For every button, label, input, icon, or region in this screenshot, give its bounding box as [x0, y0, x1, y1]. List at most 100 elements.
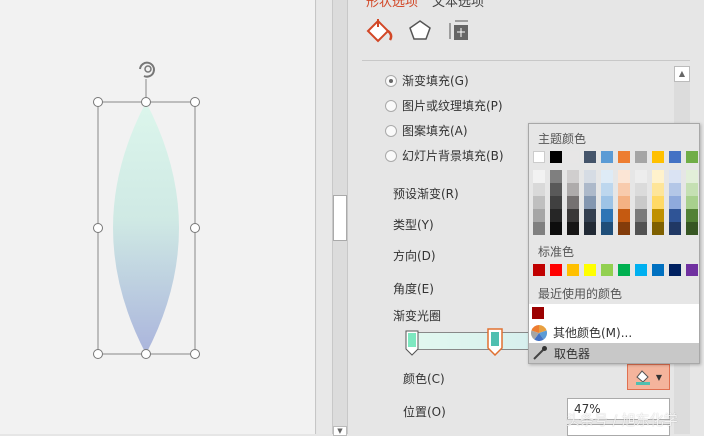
more-colors-item[interactable]: 其他颜色(M)...: [531, 324, 696, 341]
theme-shade-swatch[interactable]: [550, 222, 562, 235]
theme-shade-swatch[interactable]: [601, 222, 613, 235]
standard-color-swatch[interactable]: [652, 264, 664, 276]
theme-color-swatch[interactable]: [567, 151, 579, 163]
theme-shade-swatch[interactable]: [635, 222, 647, 235]
resize-handle[interactable]: [141, 349, 151, 359]
theme-shade-swatch[interactable]: [652, 196, 664, 209]
gradient-stop-1[interactable]: [405, 330, 419, 356]
radio-button[interactable]: [385, 149, 397, 162]
theme-color-swatch[interactable]: [618, 151, 630, 163]
theme-shade-swatch[interactable]: [686, 196, 698, 209]
theme-shade-swatch[interactable]: [533, 196, 545, 209]
theme-shade-swatch[interactable]: [652, 183, 664, 196]
theme-shade-swatch[interactable]: [567, 209, 579, 222]
theme-shade-swatch[interactable]: [635, 183, 647, 196]
theme-shade-swatch[interactable]: [669, 222, 681, 235]
theme-shade-swatch[interactable]: [533, 170, 545, 183]
canvas-scrollbar-thumb[interactable]: [333, 195, 347, 241]
radio-picture-fill[interactable]: 图片或纹理填充(P): [385, 97, 503, 114]
standard-color-swatch[interactable]: [584, 264, 596, 276]
radio-slide-background-fill[interactable]: 幻灯片背景填充(B): [385, 147, 504, 164]
resize-handle[interactable]: [190, 223, 200, 233]
radio-pattern-fill[interactable]: 图案填充(A): [385, 122, 468, 139]
eyedropper-item[interactable]: 取色器: [529, 343, 699, 363]
theme-shade-swatch[interactable]: [686, 170, 698, 183]
theme-shade-swatch[interactable]: [669, 183, 681, 196]
resize-handle[interactable]: [190, 97, 200, 107]
standard-color-swatch[interactable]: [618, 264, 630, 276]
standard-color-swatch[interactable]: [601, 264, 613, 276]
theme-shade-swatch[interactable]: [618, 183, 630, 196]
theme-shade-swatch[interactable]: [601, 170, 613, 183]
standard-color-swatch[interactable]: [669, 264, 681, 276]
theme-color-swatch[interactable]: [635, 151, 647, 163]
theme-shade-swatch[interactable]: [669, 196, 681, 209]
standard-color-swatch[interactable]: [533, 264, 545, 276]
fill-line-icon[interactable]: [366, 18, 394, 44]
theme-shade-swatch[interactable]: [567, 222, 579, 235]
theme-shade-swatch[interactable]: [601, 196, 613, 209]
theme-shade-swatch[interactable]: [567, 196, 579, 209]
theme-shade-swatch[interactable]: [533, 222, 545, 235]
size-properties-icon[interactable]: [448, 19, 472, 43]
theme-shade-swatch[interactable]: [669, 170, 681, 183]
theme-shade-swatch[interactable]: [618, 196, 630, 209]
theme-shade-swatch[interactable]: [584, 170, 596, 183]
theme-shade-swatch[interactable]: [618, 209, 630, 222]
theme-shade-swatch[interactable]: [686, 222, 698, 235]
theme-shade-swatch[interactable]: [550, 183, 562, 196]
theme-shade-swatch[interactable]: [686, 183, 698, 196]
theme-shade-swatch[interactable]: [533, 183, 545, 196]
radio-gradient-fill[interactable]: 渐变填充(G): [385, 72, 469, 89]
radio-button[interactable]: [385, 99, 397, 112]
gradient-bar[interactable]: [410, 332, 540, 350]
resize-handle[interactable]: [93, 223, 103, 233]
theme-shade-swatch[interactable]: [567, 170, 579, 183]
theme-shade-swatch[interactable]: [567, 183, 579, 196]
theme-shade-swatch[interactable]: [601, 183, 613, 196]
standard-color-swatch[interactable]: [567, 264, 579, 276]
theme-color-swatch[interactable]: [669, 151, 681, 163]
resize-handle[interactable]: [93, 97, 103, 107]
theme-color-swatch[interactable]: [652, 151, 664, 163]
theme-shade-swatch[interactable]: [652, 209, 664, 222]
standard-color-swatch[interactable]: [550, 264, 562, 276]
theme-shade-swatch[interactable]: [584, 209, 596, 222]
tab-text-options[interactable]: 文本选项: [432, 0, 484, 10]
theme-shade-swatch[interactable]: [584, 222, 596, 235]
theme-color-swatch[interactable]: [533, 151, 545, 163]
theme-color-swatch[interactable]: [550, 151, 562, 163]
theme-shade-swatch[interactable]: [652, 222, 664, 235]
theme-shade-swatch[interactable]: [550, 209, 562, 222]
theme-shade-swatch[interactable]: [550, 170, 562, 183]
pane-scroll-up-button[interactable]: ▲: [674, 66, 690, 82]
slide-canvas[interactable]: [0, 0, 316, 434]
theme-color-swatch[interactable]: [584, 151, 596, 163]
theme-shade-swatch[interactable]: [635, 209, 647, 222]
radio-button[interactable]: [385, 74, 397, 87]
theme-color-swatch[interactable]: [686, 151, 698, 163]
theme-shade-swatch[interactable]: [550, 196, 562, 209]
resize-handle[interactable]: [93, 349, 103, 359]
theme-shade-swatch[interactable]: [584, 183, 596, 196]
theme-shade-swatch[interactable]: [618, 170, 630, 183]
standard-color-swatch[interactable]: [686, 264, 698, 276]
radio-button[interactable]: [385, 124, 397, 137]
scroll-down-button[interactable]: ▼: [333, 426, 347, 436]
theme-color-swatch[interactable]: [601, 151, 613, 163]
theme-shade-swatch[interactable]: [618, 222, 630, 235]
recent-color-swatch[interactable]: [532, 307, 544, 319]
theme-shade-swatch[interactable]: [584, 196, 596, 209]
theme-shade-swatch[interactable]: [686, 209, 698, 222]
theme-shade-swatch[interactable]: [601, 209, 613, 222]
theme-shade-swatch[interactable]: [669, 209, 681, 222]
resize-handle[interactable]: [190, 349, 200, 359]
tab-shape-options[interactable]: 形状选项: [366, 0, 418, 10]
effects-icon[interactable]: [408, 19, 432, 43]
color-picker-button[interactable]: ▼: [627, 364, 670, 390]
gradient-stop-2-selected[interactable]: [487, 328, 503, 356]
theme-shade-swatch[interactable]: [652, 170, 664, 183]
theme-shade-swatch[interactable]: [635, 170, 647, 183]
theme-shade-swatch[interactable]: [533, 209, 545, 222]
resize-handle[interactable]: [141, 97, 151, 107]
